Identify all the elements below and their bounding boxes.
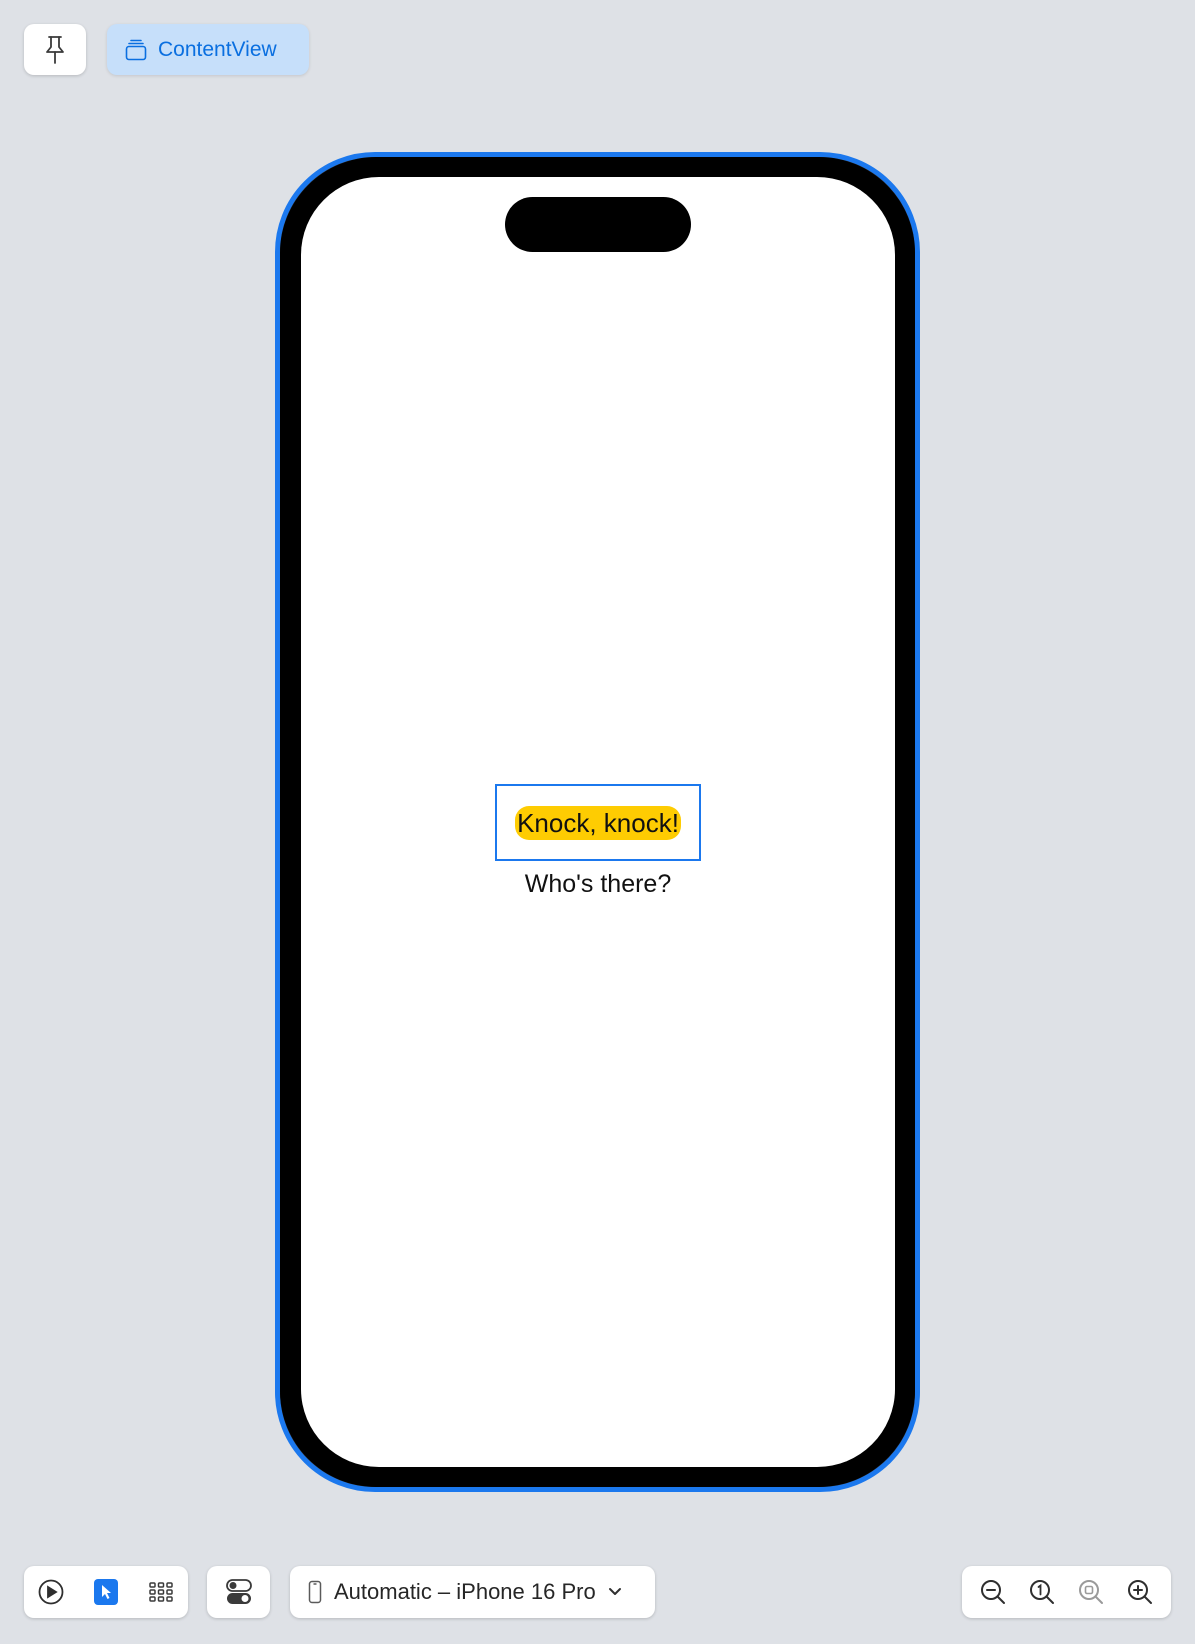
grid-icon: [148, 1581, 174, 1603]
preview-mode-group: [24, 1566, 188, 1618]
reply-text: Who's there?: [524, 870, 672, 898]
zoom-controls: [962, 1566, 1171, 1618]
canvas-settings-button[interactable]: [207, 1566, 270, 1618]
content-view-tab[interactable]: ContentView: [107, 24, 309, 75]
greeting-text: Knock, knock!: [515, 805, 681, 840]
iphone-icon: [308, 1580, 322, 1604]
variants-button[interactable]: [144, 1575, 178, 1609]
zoom-in-button[interactable]: [1123, 1575, 1157, 1609]
chevron-down-icon: [608, 1587, 622, 1597]
stacked-windows-icon: [124, 38, 148, 62]
toggles-icon: [225, 1578, 253, 1606]
zoom-in-icon: [1126, 1578, 1154, 1606]
zoom-out-icon: [979, 1578, 1007, 1606]
cursor-arrow-icon: [94, 1579, 118, 1605]
pin-button[interactable]: [24, 24, 86, 75]
content-view-label: ContentView: [158, 37, 277, 61]
live-preview-button[interactable]: [34, 1575, 68, 1609]
pin-icon: [43, 35, 67, 65]
actual-size-button[interactable]: [1025, 1575, 1059, 1609]
device-picker-label: Automatic – iPhone 16 Pro: [334, 1579, 596, 1604]
dynamic-island: [505, 197, 691, 252]
device-picker[interactable]: Automatic – iPhone 16 Pro: [290, 1566, 655, 1618]
zoom-to-fit-icon: [1077, 1578, 1105, 1606]
selectable-mode-button[interactable]: [89, 1575, 123, 1609]
zoom-actual-size-icon: [1028, 1578, 1056, 1606]
zoom-to-fit-button[interactable]: [1074, 1575, 1108, 1609]
selected-text-view[interactable]: Knock, knock!: [495, 784, 701, 861]
play-circle-icon: [37, 1578, 65, 1606]
zoom-out-button[interactable]: [976, 1575, 1010, 1609]
